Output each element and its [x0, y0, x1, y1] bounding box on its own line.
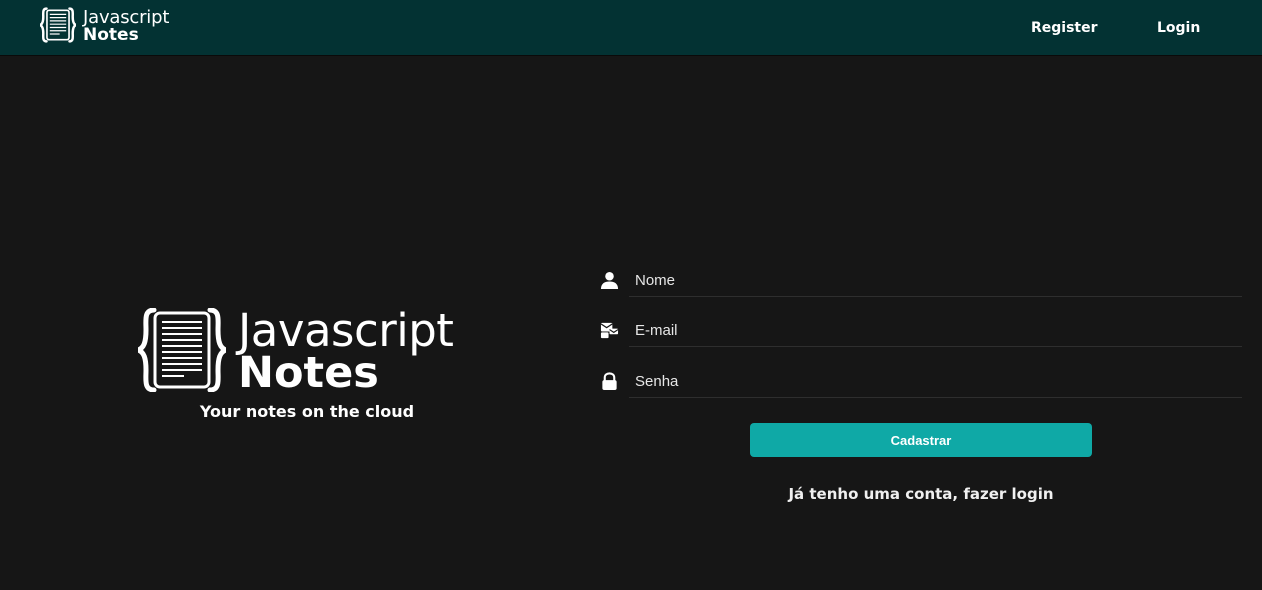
lock-icon — [602, 372, 617, 391]
nav-login-link[interactable]: Login — [1157, 19, 1200, 37]
go-to-login-link[interactable]: Já tenho uma conta, fazer login — [750, 484, 1092, 504]
email-field — [600, 314, 1242, 348]
notes-logo-icon — [40, 7, 76, 43]
name-field — [600, 264, 1242, 298]
mail-icon — [600, 322, 619, 339]
password-field — [600, 365, 1242, 399]
navbar-logo[interactable]: Javascript Notes — [40, 6, 190, 46]
user-icon — [600, 271, 619, 290]
email-input[interactable] — [629, 314, 1242, 347]
hero-logo: Javascript Notes — [138, 308, 483, 398]
notes-logo-icon — [138, 308, 226, 392]
hero-logo-subtitle: Notes — [238, 348, 379, 398]
nav-register-link[interactable]: Register — [1031, 19, 1098, 37]
password-input[interactable] — [629, 365, 1242, 398]
name-input[interactable] — [629, 264, 1242, 297]
hero-tagline: Your notes on the cloud — [199, 402, 415, 421]
register-submit-button[interactable]: Cadastrar — [750, 423, 1092, 457]
navbar-logo-subtitle: Notes — [83, 25, 139, 45]
navbar: Javascript Notes Register Login — [0, 0, 1262, 56]
